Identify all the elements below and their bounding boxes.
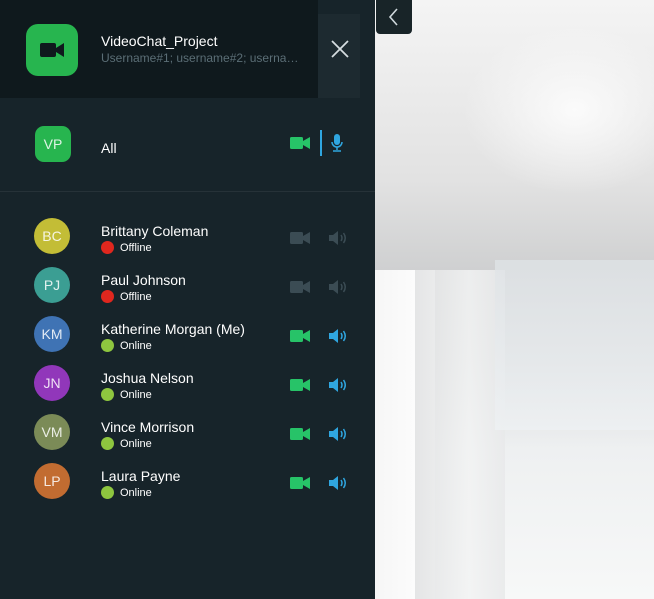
status-label: Online xyxy=(120,339,152,352)
status-indicator: Online xyxy=(101,339,152,352)
status-label: Online xyxy=(120,437,152,450)
participants-panel: VideoChat_Project Username#1; username#2… xyxy=(0,0,375,599)
speaker-icon xyxy=(329,280,346,294)
status-dot xyxy=(101,486,114,499)
participant-row[interactable]: PJ Paul Johnson Offline xyxy=(0,263,375,307)
participant-name: Laura Payne xyxy=(101,468,181,484)
camera-toggle[interactable] xyxy=(290,427,310,441)
speaker-icon xyxy=(329,329,346,343)
chat-members: Username#1; username#2; username#3 xyxy=(101,51,307,65)
avatar: VP xyxy=(35,126,71,162)
camera-toggle[interactable] xyxy=(290,280,310,294)
participant-row[interactable]: BC Brittany Coleman Offline xyxy=(0,214,375,258)
speaker-toggle[interactable] xyxy=(328,327,348,345)
video-camera-icon xyxy=(290,379,310,391)
background-window xyxy=(495,260,654,430)
participant-row[interactable]: KM Katherine Morgan (Me) Online xyxy=(0,312,375,356)
video-camera-icon xyxy=(290,330,310,342)
status-indicator: Offline xyxy=(101,241,152,254)
background-video-view xyxy=(375,0,654,599)
status-indicator: Online xyxy=(101,486,152,499)
video-camera-icon xyxy=(290,232,310,244)
status-dot xyxy=(101,290,114,303)
camera-toggle[interactable] xyxy=(290,231,310,245)
status-label: Online xyxy=(120,486,152,499)
avatar: KM xyxy=(34,316,70,352)
camera-toggle[interactable] xyxy=(290,329,310,343)
avatar: LP xyxy=(34,463,70,499)
all-controls xyxy=(290,130,348,156)
status-indicator: Online xyxy=(101,437,152,450)
all-label: All xyxy=(101,140,117,156)
status-dot xyxy=(101,241,114,254)
participant-controls xyxy=(290,274,348,300)
background-column xyxy=(415,270,505,599)
participant-name: Paul Johnson xyxy=(101,272,186,288)
speaker-icon xyxy=(329,476,346,490)
close-icon[interactable] xyxy=(330,39,350,59)
camera-toggle[interactable] xyxy=(290,476,310,490)
speaker-toggle[interactable] xyxy=(328,376,348,394)
participant-controls xyxy=(290,372,348,398)
video-camera-icon xyxy=(26,24,78,76)
status-label: Online xyxy=(120,388,152,401)
participant-name: Brittany Coleman xyxy=(101,223,209,239)
participant-controls xyxy=(290,470,348,496)
participant-controls xyxy=(290,225,348,251)
status-dot xyxy=(101,437,114,450)
video-camera-icon xyxy=(290,137,310,149)
video-camera-icon xyxy=(290,281,310,293)
avatar: JN xyxy=(34,365,70,401)
collapse-panel-button[interactable] xyxy=(376,0,412,34)
participant-name: Katherine Morgan (Me) xyxy=(101,321,245,337)
status-indicator: Online xyxy=(101,388,152,401)
speaker-icon xyxy=(329,231,346,245)
speaker-toggle[interactable] xyxy=(328,278,348,296)
participant-name: Joshua Nelson xyxy=(101,370,194,386)
camera-toggle[interactable] xyxy=(290,136,310,150)
avatar: PJ xyxy=(34,267,70,303)
participant-row[interactable]: JN Joshua Nelson Online xyxy=(0,361,375,405)
divider xyxy=(320,130,322,156)
status-dot xyxy=(101,339,114,352)
status-label: Offline xyxy=(120,290,152,303)
video-camera-icon xyxy=(290,428,310,440)
video-camera-icon xyxy=(290,477,310,489)
microphone-icon xyxy=(331,134,343,152)
participant-controls xyxy=(290,421,348,447)
participant-row[interactable]: LP Laura Payne Online xyxy=(0,459,375,503)
avatar: BC xyxy=(34,218,70,254)
all-participants-row[interactable]: VP All xyxy=(0,98,375,192)
participant-row[interactable]: VM Vince Morrison Online xyxy=(0,410,375,454)
chat-title: VideoChat_Project xyxy=(101,33,218,49)
microphone-toggle[interactable] xyxy=(330,134,348,152)
participant-name: Vince Morrison xyxy=(101,419,195,435)
panel-header: VideoChat_Project Username#1; username#2… xyxy=(0,0,318,98)
speaker-icon xyxy=(329,378,346,392)
participant-controls xyxy=(290,323,348,349)
speaker-toggle[interactable] xyxy=(328,474,348,492)
speaker-toggle[interactable] xyxy=(328,425,348,443)
avatar: VM xyxy=(34,414,70,450)
speaker-icon xyxy=(329,427,346,441)
camera-toggle[interactable] xyxy=(290,378,310,392)
status-indicator: Offline xyxy=(101,290,152,303)
status-dot xyxy=(101,388,114,401)
speaker-toggle[interactable] xyxy=(328,229,348,247)
status-label: Offline xyxy=(120,241,152,254)
chevron-left-icon xyxy=(388,8,398,26)
